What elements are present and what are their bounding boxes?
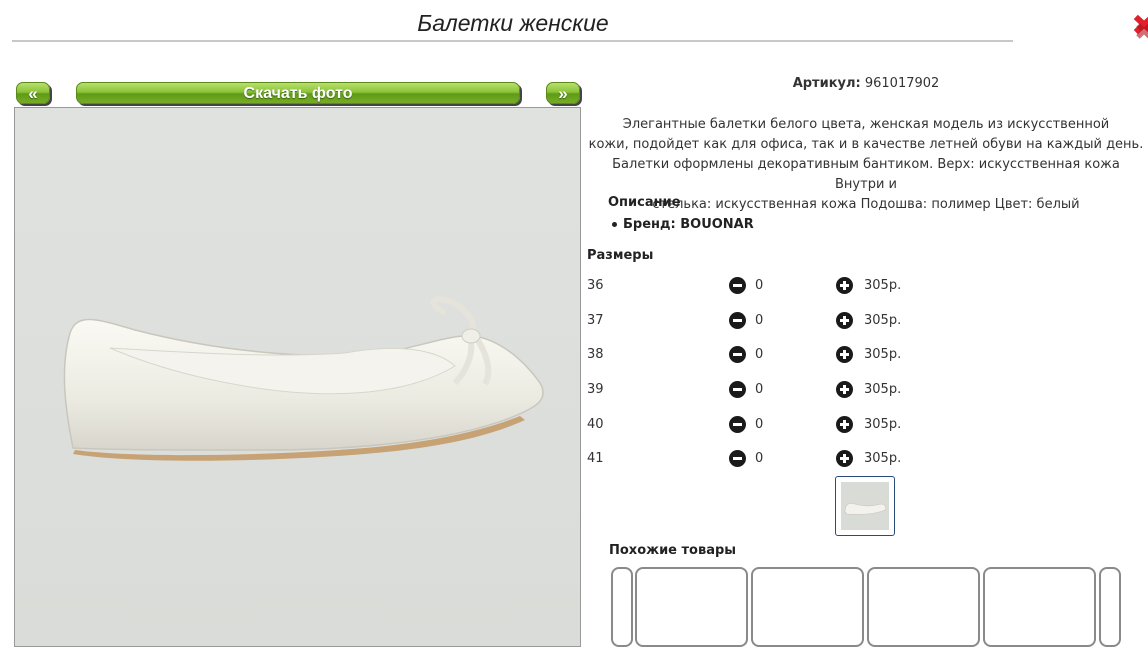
similar-prev-arrow[interactable]: [611, 567, 633, 647]
minus-circle-icon[interactable]: [729, 312, 746, 329]
price-value: 305р.: [864, 451, 902, 466]
plus-circle-icon[interactable]: [836, 346, 853, 363]
plus-circle-icon[interactable]: [836, 381, 853, 398]
photo-thumbnail[interactable]: [835, 476, 895, 536]
bullet-icon: [612, 222, 617, 227]
minus-circle-icon[interactable]: [729, 381, 746, 398]
size-value: 38: [587, 347, 604, 362]
size-row: 41 0 305р.: [587, 449, 987, 469]
price-value: 305р.: [864, 313, 902, 328]
brand-item: Бренд: BOUONAR: [612, 217, 754, 232]
description-line: кожи, подойдет как для офиса, так и в ка…: [588, 137, 1144, 152]
page-title: Балетки женские: [417, 10, 609, 36]
shoe-image: [63, 296, 544, 461]
minus-circle-icon[interactable]: [729, 416, 746, 433]
size-row: 36 0 305р.: [587, 276, 987, 296]
close-icon[interactable]: [1134, 13, 1148, 43]
quantity-value: 0: [755, 417, 764, 432]
size-row: 39 0 305р.: [587, 380, 987, 400]
size-value: 37: [587, 313, 604, 328]
quantity-value: 0: [755, 451, 764, 466]
quantity-value: 0: [755, 347, 764, 362]
size-value: 40: [587, 417, 604, 432]
size-value: 41: [587, 451, 604, 466]
size-row: 37 0 305р.: [587, 311, 987, 331]
plus-circle-icon[interactable]: [836, 277, 853, 294]
minus-circle-icon[interactable]: [729, 277, 746, 294]
prev-photo-button[interactable]: «: [16, 82, 50, 104]
similar-product-card[interactable]: [751, 567, 864, 647]
price-value: 305р.: [864, 417, 902, 432]
size-value: 36: [587, 278, 604, 293]
similar-products-heading: Похожие товары: [609, 543, 737, 558]
size-row: 40 0 305р.: [587, 415, 987, 435]
similar-product-card[interactable]: [635, 567, 748, 647]
price-value: 305р.: [864, 278, 902, 293]
download-photo-button[interactable]: Скачать фото: [76, 82, 520, 104]
article-label: Артикул:: [792, 76, 861, 91]
quantity-value: 0: [755, 382, 764, 397]
size-row: 38 0 305р.: [587, 345, 987, 365]
title-divider: [12, 40, 1013, 42]
price-value: 305р.: [864, 347, 902, 362]
plus-circle-icon[interactable]: [836, 450, 853, 467]
plus-circle-icon[interactable]: [836, 416, 853, 433]
description-heading: Описание: [608, 195, 681, 210]
next-photo-button[interactable]: »: [546, 82, 580, 104]
size-value: 39: [587, 382, 604, 397]
description-line: Элегантные балетки белого цвета, женская…: [622, 117, 1110, 132]
sizes-heading: Размеры: [587, 248, 654, 263]
similar-product-card[interactable]: [983, 567, 1096, 647]
price-value: 305р.: [864, 382, 902, 397]
description-line: Балетки оформлены декоративным бантиком.…: [612, 157, 1120, 192]
similar-product-card[interactable]: [867, 567, 980, 647]
quantity-value: 0: [755, 313, 764, 328]
minus-circle-icon[interactable]: [729, 450, 746, 467]
similar-next-arrow[interactable]: [1099, 567, 1121, 647]
article-line: Артикул: 961017902: [586, 76, 1146, 91]
article-value: 961017902: [864, 76, 940, 91]
thumbnail-image: [841, 482, 889, 530]
plus-circle-icon[interactable]: [836, 312, 853, 329]
quantity-value: 0: [755, 278, 764, 293]
product-photo[interactable]: [14, 107, 581, 647]
brand-text: Бренд: BOUONAR: [623, 217, 754, 232]
minus-circle-icon[interactable]: [729, 346, 746, 363]
